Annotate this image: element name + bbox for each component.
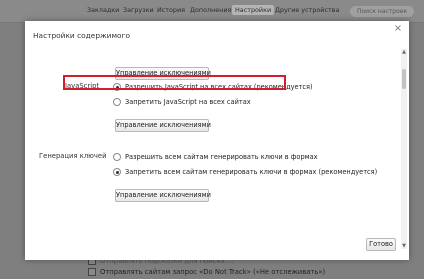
javascript-deny-option[interactable]: Запретить JavaScript на всех сайтах bbox=[113, 98, 251, 106]
manage-exceptions-button-keygen[interactable]: Управление исключениями bbox=[115, 189, 211, 202]
close-icon[interactable]: × bbox=[393, 24, 403, 34]
settings-search-input[interactable]: Поиск настроек bbox=[350, 6, 414, 17]
tab-extensions[interactable]: Дополнения bbox=[190, 6, 231, 14]
done-button[interactable]: Готово bbox=[366, 238, 396, 251]
scroll-thumb[interactable] bbox=[402, 69, 406, 89]
manage-exceptions-button-javascript[interactable]: Управление исключениями bbox=[115, 119, 211, 132]
tab-bookmarks[interactable]: Закладки bbox=[87, 6, 119, 14]
javascript-deny-label: Запретить JavaScript на всех сайтах bbox=[125, 98, 251, 106]
content-settings-dialog: Настройки содержимого × Управление исклю… bbox=[25, 21, 409, 260]
tab-history[interactable]: История bbox=[157, 6, 185, 14]
scroll-up-arrow-icon[interactable]: ▲ bbox=[401, 49, 407, 55]
tab-other-devices[interactable]: Другие устройства bbox=[275, 6, 339, 14]
radio-unselected[interactable] bbox=[113, 98, 121, 106]
keygen-section-label: Генерация ключей bbox=[39, 152, 107, 160]
keygen-deny-option[interactable]: Запретить всем сайтам генерировать ключи… bbox=[113, 168, 377, 176]
highlight-box bbox=[63, 75, 286, 90]
keygen-deny-label: Запретить всем сайтам генерировать ключи… bbox=[125, 168, 378, 176]
tab-downloads[interactable]: Загрузки bbox=[123, 6, 154, 14]
dnt-label: Отправлять сайтам запрос «Do Not Track» … bbox=[100, 268, 326, 276]
keygen-allow-label: Разрешить всем сайтам генерировать ключи… bbox=[125, 153, 318, 161]
browser-top-nav: Закладки Загрузки История Дополнения Нас… bbox=[0, 0, 424, 23]
tab-settings[interactable]: Настройки bbox=[232, 5, 275, 15]
background-option-dnt: Отправлять сайтам запрос «Do Not Track» … bbox=[88, 268, 325, 276]
radio-selected[interactable] bbox=[113, 168, 121, 176]
scroll-down-arrow-icon[interactable]: ▼ bbox=[401, 243, 407, 249]
dnt-checkbox[interactable] bbox=[88, 268, 96, 276]
keygen-allow-option[interactable]: Разрешить всем сайтам генерировать ключи… bbox=[113, 153, 318, 161]
dialog-title: Настройки содержимого bbox=[33, 31, 130, 40]
dialog-scrollbar[interactable]: ▲ ▼ bbox=[401, 49, 407, 249]
radio-unselected[interactable] bbox=[113, 153, 121, 161]
